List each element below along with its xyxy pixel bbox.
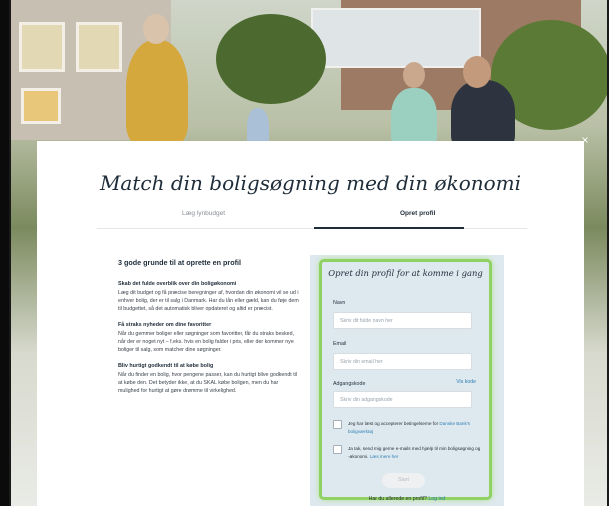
tree xyxy=(216,14,326,104)
email-input[interactable]: Skriv din email her xyxy=(333,353,472,370)
person-head xyxy=(143,14,169,44)
show-password-link[interactable]: Vis kode xyxy=(456,379,476,385)
terms-label: Jeg har læst og accepterer betingelserne… xyxy=(348,421,439,426)
person-head xyxy=(463,56,491,88)
person-man xyxy=(451,80,515,150)
name-label: Navn xyxy=(333,300,346,306)
marketing-row: Ja tak, send mig gerne e-mails med hjælp… xyxy=(333,445,483,463)
form-title: Opret din profil for at komme i gang xyxy=(328,268,483,278)
person-head xyxy=(403,62,425,88)
modal-title: Match din boligsøgning med din økonomi xyxy=(99,171,522,195)
password-label: Adgangskode xyxy=(333,381,366,387)
person-woman xyxy=(391,88,437,148)
close-icon[interactable]: × xyxy=(576,131,594,149)
tab-quick-budget[interactable]: Læg lynbudget xyxy=(182,210,225,230)
marketing-checkbox[interactable] xyxy=(333,445,342,454)
start-button[interactable]: Start xyxy=(382,473,425,488)
login-prompt: Har du allerede en profil? Log ind xyxy=(310,496,504,502)
reason-title: Få straks nyheder om dine favoritter xyxy=(118,322,212,328)
person-grandmother xyxy=(126,40,188,145)
tab-active-indicator xyxy=(314,227,464,229)
reason-item: Bliv hurtigt godkendt til at købe bolig … xyxy=(118,363,300,395)
marketing-link[interactable]: Læs mere her xyxy=(370,454,399,459)
reason-text: Når du gemmer boliger eller søgninger so… xyxy=(118,331,295,353)
reason-title: Bliv hurtigt godkendt til at købe bolig xyxy=(118,363,214,369)
window xyxy=(21,88,61,124)
marketing-text: Ja tak, send mig gerne e-mails med hjælp… xyxy=(348,445,483,460)
reasons-heading: 3 gode grunde til at oprette en profil xyxy=(118,258,241,267)
terms-row: Jeg har læst og accepterer betingelserne… xyxy=(333,420,483,438)
window xyxy=(19,22,65,72)
reason-title: Skab det fulde overblik over din boligøk… xyxy=(118,281,237,287)
login-prompt-text: Har du allerede en profil? xyxy=(368,496,427,502)
email-label: Email xyxy=(333,341,347,347)
signup-modal: × Match din boligsøgning med din økonomi… xyxy=(37,133,589,506)
reason-item: Skab det fulde overblik over din boligøk… xyxy=(118,281,300,313)
signup-form: Opret din profil for at komme i gang Nav… xyxy=(319,259,492,500)
password-input[interactable]: Skriv din adgangskode xyxy=(333,391,472,408)
terms-text: Jeg har læst og accepterer betingelserne… xyxy=(348,420,483,435)
reason-text: Læg dit budget og få præcise beregninger… xyxy=(118,290,299,312)
reason-text: Når du finder en bolig, hvor pengene pas… xyxy=(118,372,298,394)
login-link[interactable]: Log ind xyxy=(428,496,445,502)
window xyxy=(76,22,122,72)
reasons-section: 3 gode grunde til at oprette en profil S… xyxy=(118,258,300,404)
terms-checkbox[interactable] xyxy=(333,420,342,429)
reason-item: Få straks nyheder om dine favoritter Når… xyxy=(118,322,300,354)
greenhouse xyxy=(311,8,481,68)
marketing-label: Ja tak, send mig gerne e-mails med hjælp… xyxy=(348,446,481,459)
name-input[interactable]: Skriv dit fulde navn her xyxy=(333,312,472,329)
